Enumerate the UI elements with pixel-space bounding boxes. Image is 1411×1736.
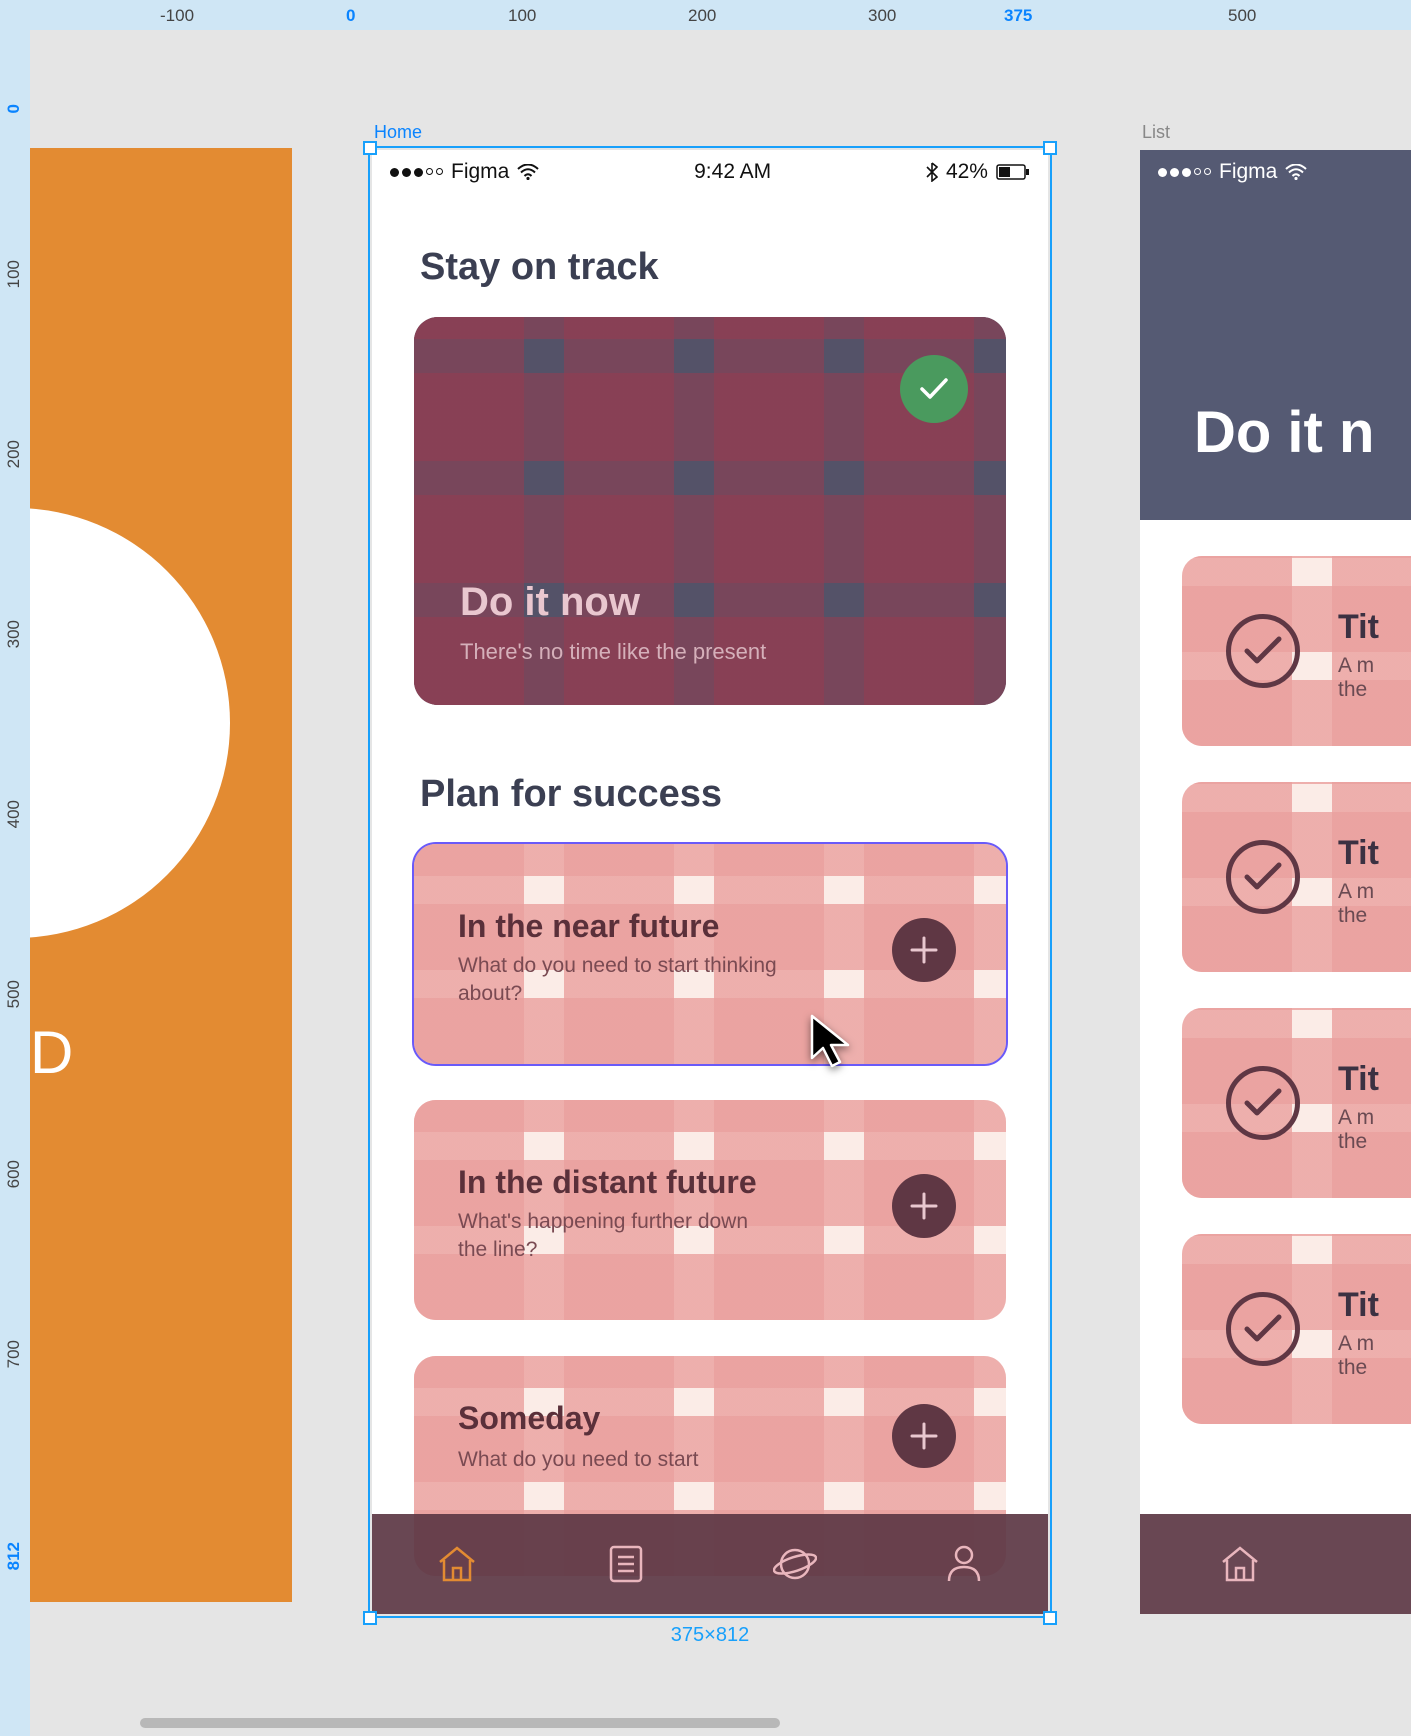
horizontal-scrollbar[interactable]: [140, 1718, 780, 1728]
ruler-tick: 600: [4, 1160, 24, 1188]
home-icon: [436, 1544, 478, 1584]
ruler-tick: 500: [4, 980, 24, 1008]
splash-logo-circle: [30, 508, 230, 938]
list-item-title: Tit: [1338, 1286, 1379, 1325]
ruler-tick: 100: [4, 260, 24, 288]
list-item-sub: A mthe: [1338, 1106, 1374, 1154]
tab-bar: [1140, 1514, 1411, 1614]
ruler-tick: 300: [868, 6, 896, 26]
card-subtitle: There's no time like the present: [460, 639, 766, 665]
ruler-tick: 100: [508, 6, 536, 26]
checkmark-badge: [900, 355, 968, 423]
status-bar: Figma 9:42 AM 42%: [372, 150, 1048, 194]
frame-splash[interactable]: EAD: [30, 148, 292, 1602]
list-hero-title: Do it n: [1194, 399, 1374, 466]
signal-dots-icon: [390, 168, 443, 177]
list-item[interactable]: Tit A mthe: [1182, 782, 1411, 972]
tab-home[interactable]: [1140, 1514, 1340, 1614]
frame-home[interactable]: Figma 9:42 AM 42% Stay on track Do it no…: [372, 150, 1048, 1614]
list-item-title: Tit: [1338, 608, 1379, 647]
list-item[interactable]: Tit A mthe: [1182, 556, 1411, 746]
battery-icon: [996, 164, 1030, 180]
wifi-icon: [1285, 164, 1307, 180]
card-distant-future[interactable]: In the distant future What's happening f…: [414, 1100, 1006, 1320]
frame-list[interactable]: Figma Do it n Tit A mthe Tit A mthe Tit …: [1140, 150, 1411, 1614]
time-label: 9:42 AM: [694, 160, 771, 184]
check-circle-icon: [1226, 1292, 1300, 1366]
bluetooth-icon: [926, 162, 938, 182]
ruler-tick: 0: [346, 6, 355, 26]
list-item-sub: A mthe: [1338, 1332, 1374, 1380]
add-button[interactable]: [892, 918, 956, 982]
ruler-tick: 200: [4, 440, 24, 468]
splash-word: EAD: [30, 1018, 93, 1087]
ruler-tick: 700: [4, 1340, 24, 1368]
check-circle-icon: [1226, 1066, 1300, 1140]
selection-handle-tr[interactable]: [1043, 141, 1057, 155]
list-item[interactable]: Tit A mthe: [1182, 1008, 1411, 1198]
frame-label-home[interactable]: Home: [374, 122, 422, 143]
card-subtitle: What do you need to start: [458, 1446, 698, 1474]
ruler-tick: 300: [4, 620, 24, 648]
home-icon: [1219, 1544, 1261, 1584]
section-title-plan-for-success: Plan for success: [372, 705, 1048, 844]
ruler-tick: 400: [4, 800, 24, 828]
tab-profile[interactable]: [879, 1514, 1048, 1614]
ruler-tick: 0: [4, 104, 24, 113]
tab-list[interactable]: [1340, 1514, 1411, 1614]
selection-dimensions: 375×812: [372, 1624, 1048, 1647]
wifi-icon: [517, 164, 539, 180]
add-button[interactable]: [892, 1174, 956, 1238]
card-title: In the distant future: [458, 1164, 757, 1201]
user-icon: [945, 1543, 983, 1585]
ruler-tick: 812: [4, 1542, 24, 1570]
card-near-future[interactable]: In the near future What do you need to s…: [414, 844, 1006, 1064]
list-icon: [607, 1543, 645, 1585]
card-title: Do it now: [460, 580, 640, 625]
tab-explore[interactable]: [710, 1514, 879, 1614]
ruler-horizontal[interactable]: -100 0 100 200 300 375 500: [0, 0, 1411, 30]
add-button[interactable]: [892, 1404, 956, 1468]
ruler-vertical[interactable]: 0 100 200 300 400 500 600 700 812: [0, 0, 30, 1736]
list-hero: Figma Do it n: [1140, 150, 1411, 520]
ruler-corner: [0, 0, 30, 30]
card-title: In the near future: [458, 908, 719, 945]
signal-dots-icon: [1158, 168, 1211, 177]
list-item-title: Tit: [1338, 1060, 1379, 1099]
selection-handle-bl[interactable]: [363, 1611, 377, 1625]
status-bar: Figma: [1140, 150, 1411, 194]
tab-home[interactable]: [372, 1514, 541, 1614]
ruler-tick: 375: [1004, 6, 1032, 26]
selection-handle-tl[interactable]: [363, 141, 377, 155]
card-do-it-now[interactable]: Do it now There's no time like the prese…: [414, 317, 1006, 705]
ruler-tick: 500: [1228, 6, 1256, 26]
planet-icon: [773, 1543, 817, 1585]
ruler-tick: -100: [160, 6, 194, 26]
selection-handle-br[interactable]: [1043, 1611, 1057, 1625]
list-item-sub: A mthe: [1338, 654, 1374, 702]
frame-label-list[interactable]: List: [1142, 122, 1170, 143]
ruler-tick: 200: [688, 6, 716, 26]
card-subtitle: What do you need to start thinking about…: [458, 952, 778, 1009]
battery-pct: 42%: [946, 160, 988, 184]
carrier-label: Figma: [1219, 160, 1277, 184]
tab-list[interactable]: [541, 1514, 710, 1614]
carrier-label: Figma: [451, 160, 509, 184]
tab-bar: [372, 1514, 1048, 1614]
check-circle-icon: [1226, 840, 1300, 914]
list-item-title: Tit: [1338, 834, 1379, 873]
check-circle-icon: [1226, 614, 1300, 688]
card-title: Someday: [458, 1400, 600, 1437]
list-item[interactable]: Tit A mthe: [1182, 1234, 1411, 1424]
section-title-stay-on-track: Stay on track: [372, 194, 1048, 317]
card-subtitle: What's happening further down the line?: [458, 1208, 778, 1265]
list-item-sub: A mthe: [1338, 880, 1374, 928]
